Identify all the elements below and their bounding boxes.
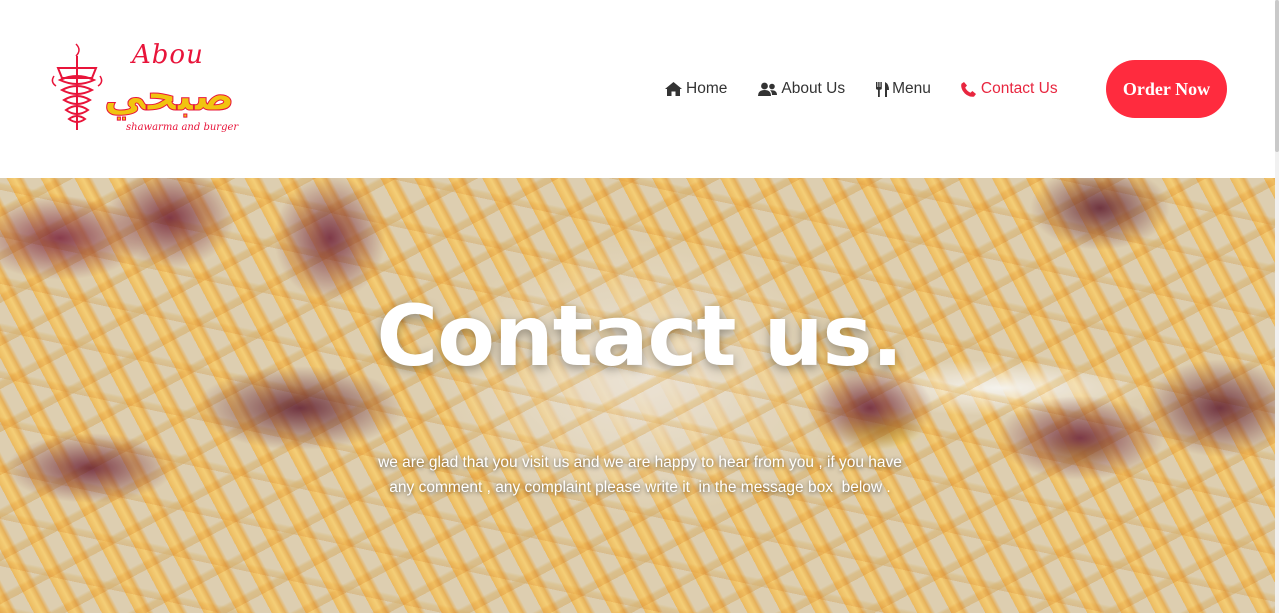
page-title: Contact us. xyxy=(376,287,904,385)
scrollbar-thumb[interactable] xyxy=(1275,0,1279,152)
logo-name-en: Abou xyxy=(132,40,204,70)
shawarma-spit-icon xyxy=(51,43,103,130)
contact-page: Abou صبحي shawarma and burger Home About… xyxy=(0,0,1279,613)
nav-item-menu[interactable]: Menu xyxy=(875,78,931,100)
nav-item-contact-us[interactable]: Contact Us xyxy=(961,78,1058,100)
contact-hero: Contact us. we are glad that you visit u… xyxy=(0,178,1279,613)
site-header: Abou صبحي shawarma and burger Home About… xyxy=(0,0,1279,178)
logo-tagline: shawarma and burger xyxy=(126,122,239,133)
nav-item-home[interactable]: Home xyxy=(664,78,727,100)
hero-description: we are glad that you visit us and we are… xyxy=(340,450,940,500)
users-icon xyxy=(757,81,777,97)
nav-label-home: Home xyxy=(686,80,728,97)
hero-overlay xyxy=(0,178,1279,613)
order-now-button[interactable]: Order Now xyxy=(1106,60,1227,118)
nav-label-contact-us: Contact Us xyxy=(980,80,1058,97)
hero-description-line-1: we are glad that you visit us and we are… xyxy=(378,454,902,471)
nav-label-about-us: About Us xyxy=(781,80,846,97)
logo-name-ar: صبحي xyxy=(104,71,235,120)
nav-item-about-us[interactable]: About Us xyxy=(757,78,845,100)
brand-logo[interactable]: Abou صبحي shawarma and burger xyxy=(50,38,239,142)
home-icon xyxy=(664,81,682,97)
nav-label-menu: Menu xyxy=(892,80,931,97)
cutlery-icon xyxy=(875,81,889,97)
main-nav: Home About Us Menu Contact Us xyxy=(664,78,1088,100)
page-scrollbar[interactable] xyxy=(1275,0,1279,613)
hero-description-line-2: any comment , any complaint please write… xyxy=(389,479,891,496)
phone-icon xyxy=(961,81,977,97)
